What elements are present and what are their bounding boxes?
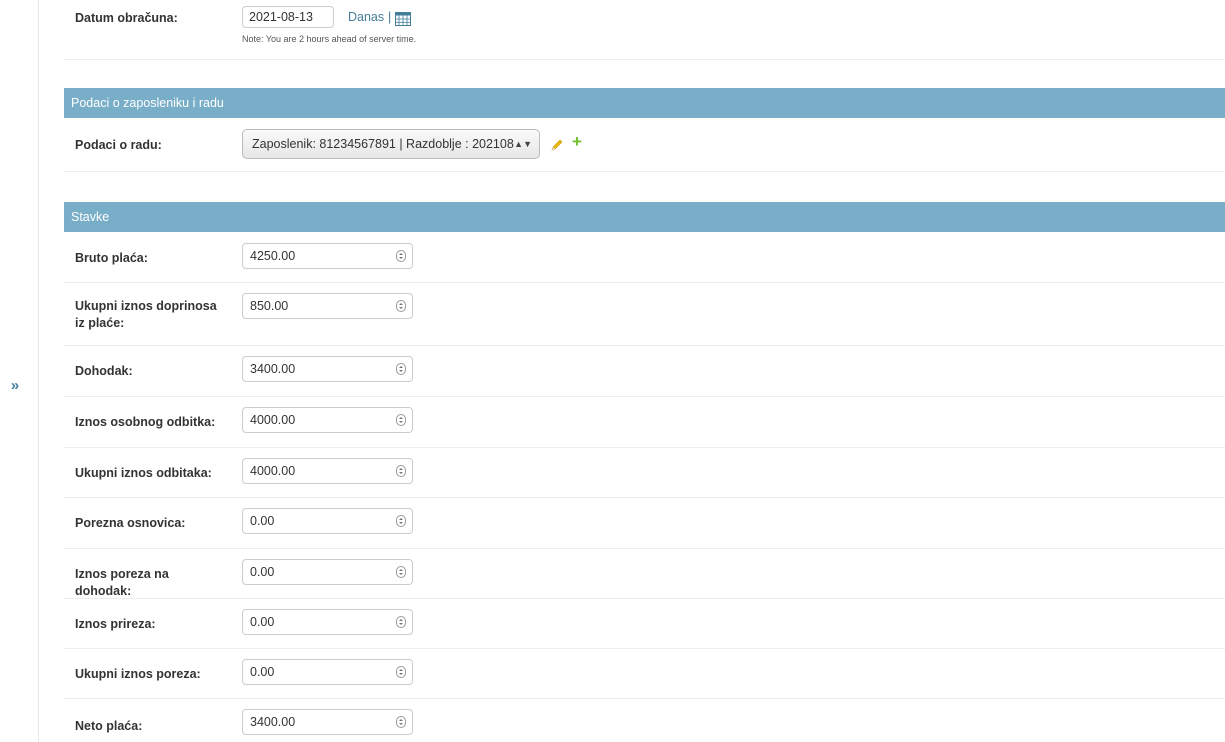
number-field[interactable]: 3400.00 bbox=[242, 709, 413, 735]
field-label: Ukupni iznos doprinosa iz plaće: bbox=[75, 299, 217, 330]
section-header-employee: Podaci o zaposleniku i radu bbox=[64, 88, 1225, 118]
form-row-podaci-o-radu: Podaci o radu: Zaposlenik: 81234567891 |… bbox=[64, 119, 1225, 172]
spinner-icon[interactable] bbox=[396, 250, 406, 262]
form-row-porezna-osnovica: Porezna osnovica: 0.00 bbox=[64, 498, 1225, 549]
field-label: Neto plaća: bbox=[75, 719, 143, 733]
spinner-icon[interactable] bbox=[396, 515, 406, 527]
spinner-icon[interactable] bbox=[396, 716, 406, 728]
number-field[interactable]: 4000.00 bbox=[242, 458, 413, 484]
timezone-note: Note: You are 2 hours ahead of server ti… bbox=[242, 34, 417, 44]
form-row-ukupni-porez: Ukupni iznos poreza: 0.00 bbox=[64, 649, 1225, 699]
form-row-prirez: Iznos prireza: 0.00 bbox=[64, 599, 1225, 649]
field-label: Iznos osobnog odbitka: bbox=[75, 415, 216, 429]
field-label: Podaci o radu: bbox=[75, 138, 162, 152]
field-label: Datum obračuna: bbox=[75, 11, 178, 25]
number-field[interactable]: 3400.00 bbox=[242, 356, 413, 382]
form-row-doprinosi: Ukupni iznos doprinosa iz plaće: 850.00 bbox=[64, 283, 1225, 346]
field-label: Porezna osnovica: bbox=[75, 516, 186, 530]
select-arrows-icon: ▲▼ bbox=[514, 139, 532, 149]
field-value: 3400.00 bbox=[250, 362, 296, 376]
section-header-items: Stavke bbox=[64, 202, 1225, 232]
pencil-icon[interactable] bbox=[550, 138, 564, 152]
spinner-icon[interactable] bbox=[396, 566, 406, 578]
spinner-icon[interactable] bbox=[396, 300, 406, 312]
field-label: Bruto plaća: bbox=[75, 251, 148, 265]
sidebar-border bbox=[38, 0, 39, 742]
spinner-icon[interactable] bbox=[396, 363, 406, 375]
number-field[interactable]: 4000.00 bbox=[242, 407, 413, 433]
field-value: 0.00 bbox=[250, 514, 275, 528]
form-row-neto-placa: Neto plaća: 3400.00 bbox=[64, 699, 1225, 742]
calendar-icon[interactable] bbox=[395, 12, 411, 26]
field-label: Iznos poreza na dohodak: bbox=[75, 567, 169, 598]
number-field[interactable]: 4250.00 bbox=[242, 243, 413, 269]
spinner-icon[interactable] bbox=[396, 616, 406, 628]
form-row-datum: Datum obračuna: 2021-08-13 Danas | Note:… bbox=[64, 0, 1225, 60]
field-value: 0.00 bbox=[250, 615, 275, 629]
selected-option: Zaposlenik: 81234567891 | Razdoblje : 20… bbox=[252, 137, 514, 151]
add-icon[interactable]: + bbox=[569, 132, 585, 152]
field-value: 3400.00 bbox=[250, 715, 296, 729]
spinner-icon[interactable] bbox=[396, 465, 406, 477]
field-label: Ukupni iznos odbitaka: bbox=[75, 466, 212, 480]
spinner-icon[interactable] bbox=[396, 666, 406, 678]
toggle-sidebar-button[interactable]: » bbox=[4, 374, 26, 398]
field-value: 4000.00 bbox=[250, 413, 296, 427]
number-field[interactable]: 850.00 bbox=[242, 293, 413, 319]
field-label: Dohodak: bbox=[75, 364, 133, 378]
form-row-porez-na-dohodak: Iznos poreza na dohodak: 0.00 bbox=[64, 549, 1225, 599]
field-value: 0.00 bbox=[250, 565, 275, 579]
form-row-osobni-odbitak: Iznos osobnog odbitka: 4000.00 bbox=[64, 397, 1225, 448]
date-field[interactable]: 2021-08-13 bbox=[242, 6, 334, 28]
form-row-odbitci: Ukupni iznos odbitaka: 4000.00 bbox=[64, 448, 1225, 498]
field-value: 4250.00 bbox=[250, 249, 296, 263]
form-row-bruto-placa: Bruto plaća: 4250.00 bbox=[64, 233, 1225, 283]
field-value: 0.00 bbox=[250, 665, 275, 679]
number-field[interactable]: 0.00 bbox=[242, 609, 413, 635]
number-field[interactable]: 0.00 bbox=[242, 559, 413, 585]
separator: | bbox=[388, 10, 392, 24]
change-form: Datum obračuna: 2021-08-13 Danas | Note:… bbox=[64, 0, 1225, 742]
today-link[interactable]: Danas bbox=[348, 10, 384, 24]
spinner-icon[interactable] bbox=[396, 414, 406, 426]
field-label: Ukupni iznos poreza: bbox=[75, 667, 201, 681]
number-field[interactable]: 0.00 bbox=[242, 508, 413, 534]
field-label: Iznos prireza: bbox=[75, 617, 156, 631]
work-data-select[interactable]: Zaposlenik: 81234567891 | Razdoblje : 20… bbox=[242, 129, 540, 159]
form-row-dohodak: Dohodak: 3400.00 bbox=[64, 346, 1225, 397]
field-value: 4000.00 bbox=[250, 464, 296, 478]
field-value: 850.00 bbox=[250, 299, 289, 313]
number-field[interactable]: 0.00 bbox=[242, 659, 413, 685]
